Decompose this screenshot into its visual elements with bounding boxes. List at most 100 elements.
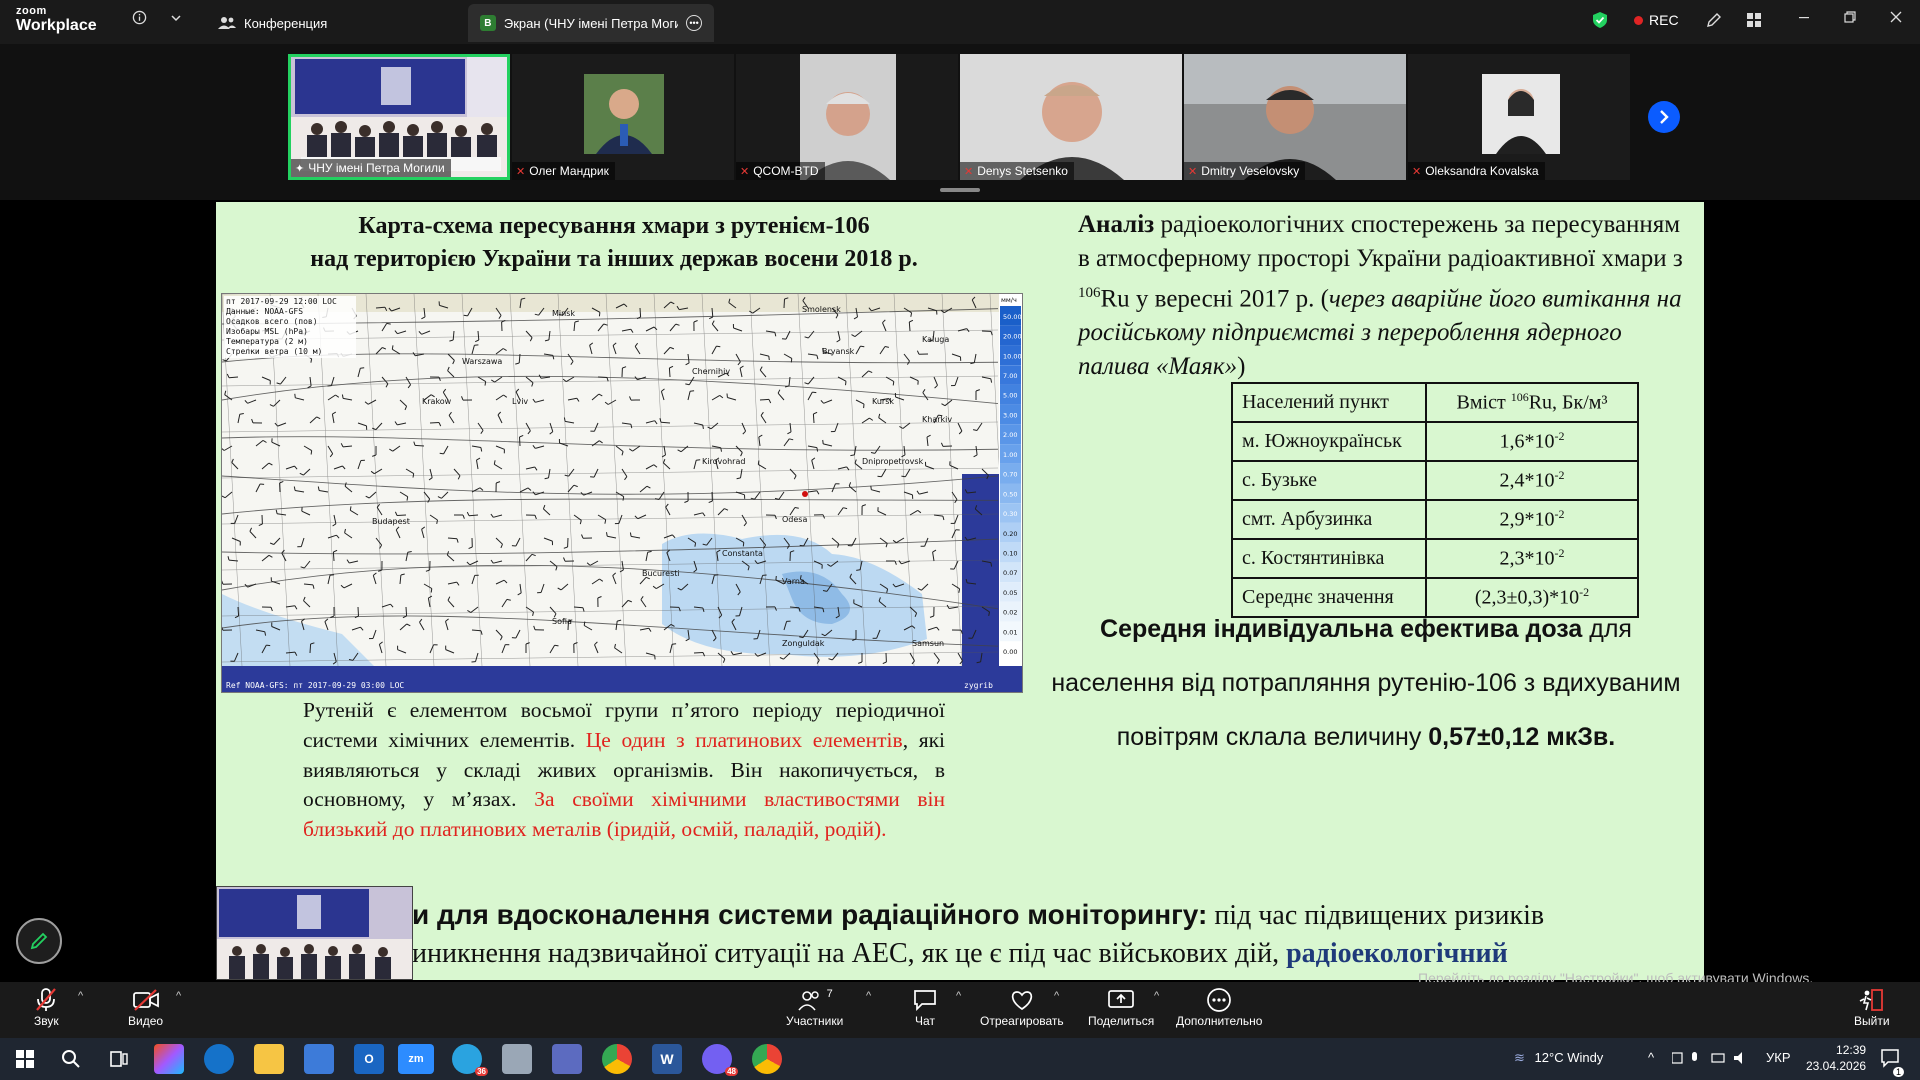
weather-map: Minsk Smolensk Kaluga Bryansk Kursk Kharkiv Dn… — [221, 293, 1023, 693]
more-button[interactable]: Дополнительно — [1176, 986, 1262, 1028]
tab-screen-share[interactable]: B Экран (ЧНУ імені Петра Могили ••• — [468, 4, 714, 42]
participant-name-tag: ✕ Oleksandra Kovalska — [1408, 162, 1545, 180]
chevron-down-icon[interactable] — [170, 11, 182, 27]
participant-tile[interactable]: ✕ Олег Мандрик — [512, 54, 734, 180]
logo-bottom: Workplace — [16, 17, 97, 34]
analysis-bold: Аналіз — [1078, 211, 1155, 238]
react-heart-icon — [1008, 986, 1036, 1014]
city-label: Kirovohrad — [702, 457, 745, 466]
tab-conference[interactable]: Конференция — [206, 4, 339, 42]
annotate-pencil-icon[interactable] — [1706, 12, 1722, 31]
shared-screen-slide: Карта-схема пересування хмари з рутенієм… — [216, 202, 1704, 980]
react-button[interactable]: Отреагировать — [980, 986, 1064, 1028]
share-caret-icon[interactable]: ^ — [1154, 990, 1159, 1002]
table-header-place: Населений пункт — [1231, 382, 1427, 423]
video-options-caret-icon[interactable]: ^ — [176, 990, 181, 1002]
precip-scale-label: 0.07 — [1003, 569, 1017, 577]
tab-screen-label: Экран (ЧНУ імені Петра Могили — [503, 15, 679, 31]
precip-scale-label: 0.05 — [1003, 589, 1017, 597]
shield-check-icon[interactable] — [1592, 11, 1608, 32]
restore-icon[interactable] — [1844, 10, 1856, 28]
recording-indicator[interactable]: REC — [1634, 12, 1679, 28]
city-label: Bryansk — [822, 347, 855, 356]
start-button[interactable] — [10, 1044, 40, 1074]
value-exp: -2 — [1554, 546, 1565, 561]
search-button[interactable] — [56, 1044, 86, 1074]
chat-caret-icon[interactable]: ^ — [956, 990, 961, 1002]
table-cell-value: 2,3*10-2 — [1425, 538, 1639, 579]
annotate-button[interactable] — [16, 918, 62, 964]
share-button[interactable]: Поделиться — [1088, 986, 1154, 1028]
participants-caret-icon[interactable]: ^ — [866, 990, 871, 1002]
participant-name: Dmitry Veselovsky — [1201, 164, 1300, 178]
weather-widget[interactable]: ≋ 12°C Windy — [1514, 1050, 1603, 1066]
value-base: 1,6*10 — [1499, 430, 1555, 453]
store-icon[interactable] — [304, 1044, 334, 1074]
self-view-video[interactable] — [216, 886, 413, 980]
table-header-post: Ru, Бк/м³ — [1528, 391, 1608, 414]
video-button[interactable]: Видео — [128, 986, 163, 1028]
zoom-window: zoom Workplace Конференция B Экран (ЧНУ … — [0, 0, 1920, 1080]
participant-strip: ✦ ЧНУ імені Петра Могили ✕ Олег Мандрик — [0, 44, 1920, 200]
table-row: смт. Арбузинка 2,9*10-2 — [1231, 499, 1639, 540]
close-icon[interactable] — [1890, 10, 1902, 28]
leave-button[interactable]: Выйти — [1854, 986, 1890, 1028]
task-view-button[interactable] — [104, 1044, 134, 1074]
participant-tile[interactable]: ✕ Dmitry Veselovsky — [1184, 54, 1406, 180]
strip-resize-handle[interactable] — [940, 188, 980, 192]
telegram-icon[interactable]: 36 — [452, 1044, 488, 1076]
pencil-icon — [30, 932, 48, 950]
participant-name: ЧНУ імені Петра Могили — [308, 161, 445, 175]
zoom-taskbar-icon[interactable]: zm — [398, 1044, 434, 1074]
analysis-paragraph: Аналіз радіоекологічних спостережень за … — [1078, 208, 1698, 384]
table-header-row: Населений пункт Вміст 106Ru, Бк/м³ — [1231, 382, 1639, 423]
chat-icon — [912, 986, 938, 1014]
audio-options-caret-icon[interactable]: ^ — [78, 990, 83, 1002]
minimize-icon[interactable] — [1798, 10, 1810, 28]
edge-browser-icon[interactable] — [204, 1044, 234, 1074]
language-indicator[interactable]: УКР — [1766, 1050, 1791, 1065]
wind-icon: ≋ — [1514, 1050, 1525, 1065]
city-label: Dnipropetrovsk — [862, 457, 924, 466]
tray-chevron-icon[interactable]: ^ — [1648, 1050, 1654, 1065]
city-label: Lviv — [512, 397, 528, 406]
info-icon[interactable] — [132, 10, 147, 28]
video-off-icon — [132, 986, 160, 1014]
more-options-icon[interactable]: ••• — [686, 15, 702, 31]
participants-button[interactable]: 7 Участники — [786, 986, 843, 1028]
notification-button[interactable]: 1 — [1880, 1048, 1904, 1077]
value-exp: -2 — [1554, 468, 1565, 483]
notification-icon — [1881, 1049, 1899, 1068]
participant-tile[interactable]: ✕ Oleksandra Kovalska — [1408, 54, 1630, 180]
participant-tile[interactable]: ✦ ЧНУ імені Петра Могили — [288, 54, 510, 180]
telegram-badge: 36 — [475, 1067, 488, 1076]
react-caret-icon[interactable]: ^ — [1054, 990, 1059, 1002]
value-exp: -2 — [1579, 585, 1590, 600]
participant-tile[interactable]: ✕ QCOM-BTD — [736, 54, 958, 180]
next-page-button[interactable] — [1648, 101, 1680, 133]
mic-muted-icon: ✕ — [1188, 165, 1198, 178]
outlook-icon[interactable]: O — [354, 1044, 384, 1074]
map-title-line-1: Карта-схема пересування хмари з рутенієм… — [358, 213, 870, 239]
audio-button[interactable]: Звук — [34, 986, 59, 1028]
chrome-icon[interactable] — [602, 1044, 632, 1074]
chat-button[interactable]: Чат — [912, 986, 938, 1028]
chrome-profile-icon[interactable] — [752, 1044, 782, 1074]
city-label: Bucuresti — [642, 569, 680, 578]
city-label: Kaluga — [922, 335, 949, 344]
notepad-icon[interactable] — [502, 1044, 532, 1074]
clock[interactable]: 12:39 23.04.2026 — [1806, 1042, 1866, 1074]
participant-name-tag: ✕ Dmitry Veselovsky — [1184, 162, 1306, 180]
viber-icon[interactable]: 48 — [702, 1044, 738, 1076]
tray-icons[interactable] — [1671, 1050, 1752, 1069]
copilot-icon[interactable] — [154, 1044, 184, 1074]
participant-tile[interactable]: ✕ Denys Stetsenko — [960, 54, 1182, 180]
weather-text: 12°C Windy — [1534, 1050, 1604, 1065]
participant-name: QCOM-BTD — [753, 164, 819, 178]
monitoring-text-2: иникнення надзвичайної ситуації на АЕС, … — [412, 938, 1287, 969]
word-icon[interactable]: W — [652, 1044, 682, 1074]
file-explorer-icon[interactable] — [254, 1044, 284, 1074]
apps-grid-icon[interactable] — [1746, 12, 1762, 31]
save-disk-icon[interactable] — [552, 1044, 582, 1074]
table-cell-place: м. Южноукраїнськ — [1231, 421, 1427, 462]
